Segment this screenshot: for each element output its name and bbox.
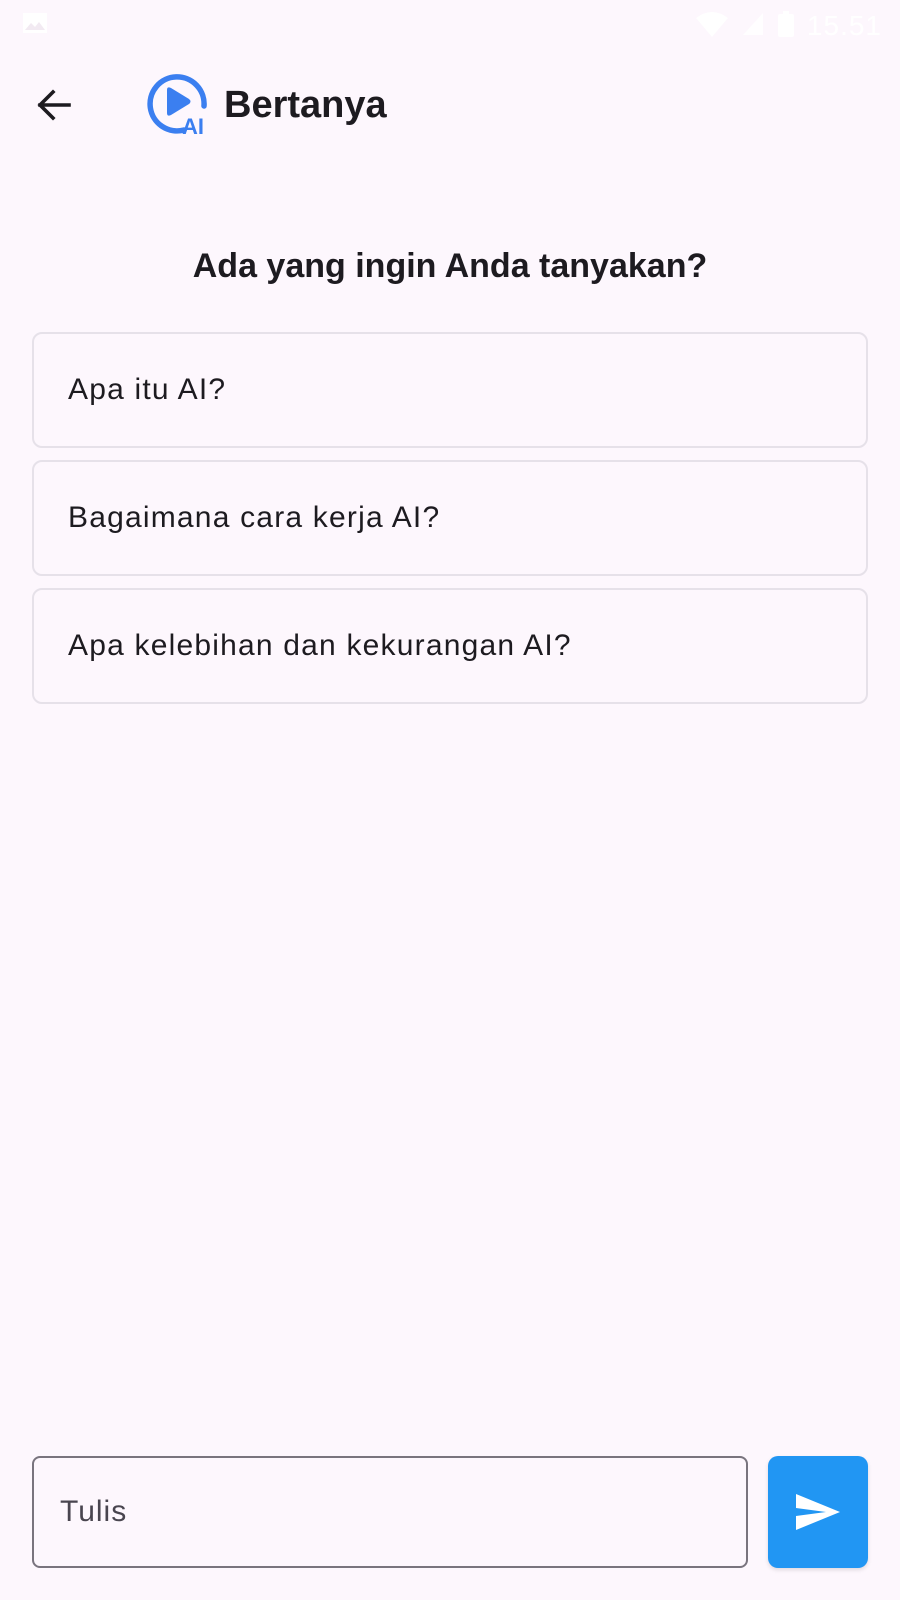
send-button[interactable] — [768, 1456, 868, 1568]
battery-icon — [777, 10, 795, 43]
status-time: 15.51 — [806, 10, 882, 41]
status-icons: 15.51 — [695, 6, 882, 46]
question-heading: Ada yang ingin Anda tanyakan? — [192, 247, 708, 285]
image-icon — [22, 12, 48, 34]
message-input[interactable] — [58, 1494, 746, 1530]
signal-icon — [741, 11, 765, 42]
play-ai-logo-icon: AI — [146, 72, 210, 139]
suggestion-label: Apa itu AI? — [68, 373, 227, 406]
app-bar: AI Bertanya — [0, 62, 900, 148]
screen: 15.51 AI Bertanya Ada yang ingin Anda ta… — [0, 0, 900, 1600]
suggestion-card[interactable]: Apa kelebihan dan kekurangan AI? — [32, 588, 868, 704]
suggestion-label: Bagaimana cara kerja AI? — [68, 501, 441, 534]
suggestion-card[interactable]: Bagaimana cara kerja AI? — [32, 460, 868, 576]
suggestion-list: Apa itu AI? Bagaimana cara kerja AI? Apa… — [32, 332, 868, 716]
composer — [32, 1456, 868, 1568]
status-bar: 15.51 — [0, 0, 900, 50]
suggestion-card[interactable]: Apa itu AI? — [32, 332, 868, 448]
app-title: Bertanya — [224, 84, 387, 126]
suggestion-label: Apa kelebihan dan kekurangan AI? — [68, 629, 572, 662]
logo-ai-text: AI — [182, 114, 204, 136]
wifi-icon — [695, 10, 729, 43]
message-field[interactable] — [32, 1456, 748, 1568]
back-button[interactable] — [26, 77, 82, 133]
arrow-left-icon — [37, 89, 71, 121]
send-icon — [796, 1494, 840, 1530]
